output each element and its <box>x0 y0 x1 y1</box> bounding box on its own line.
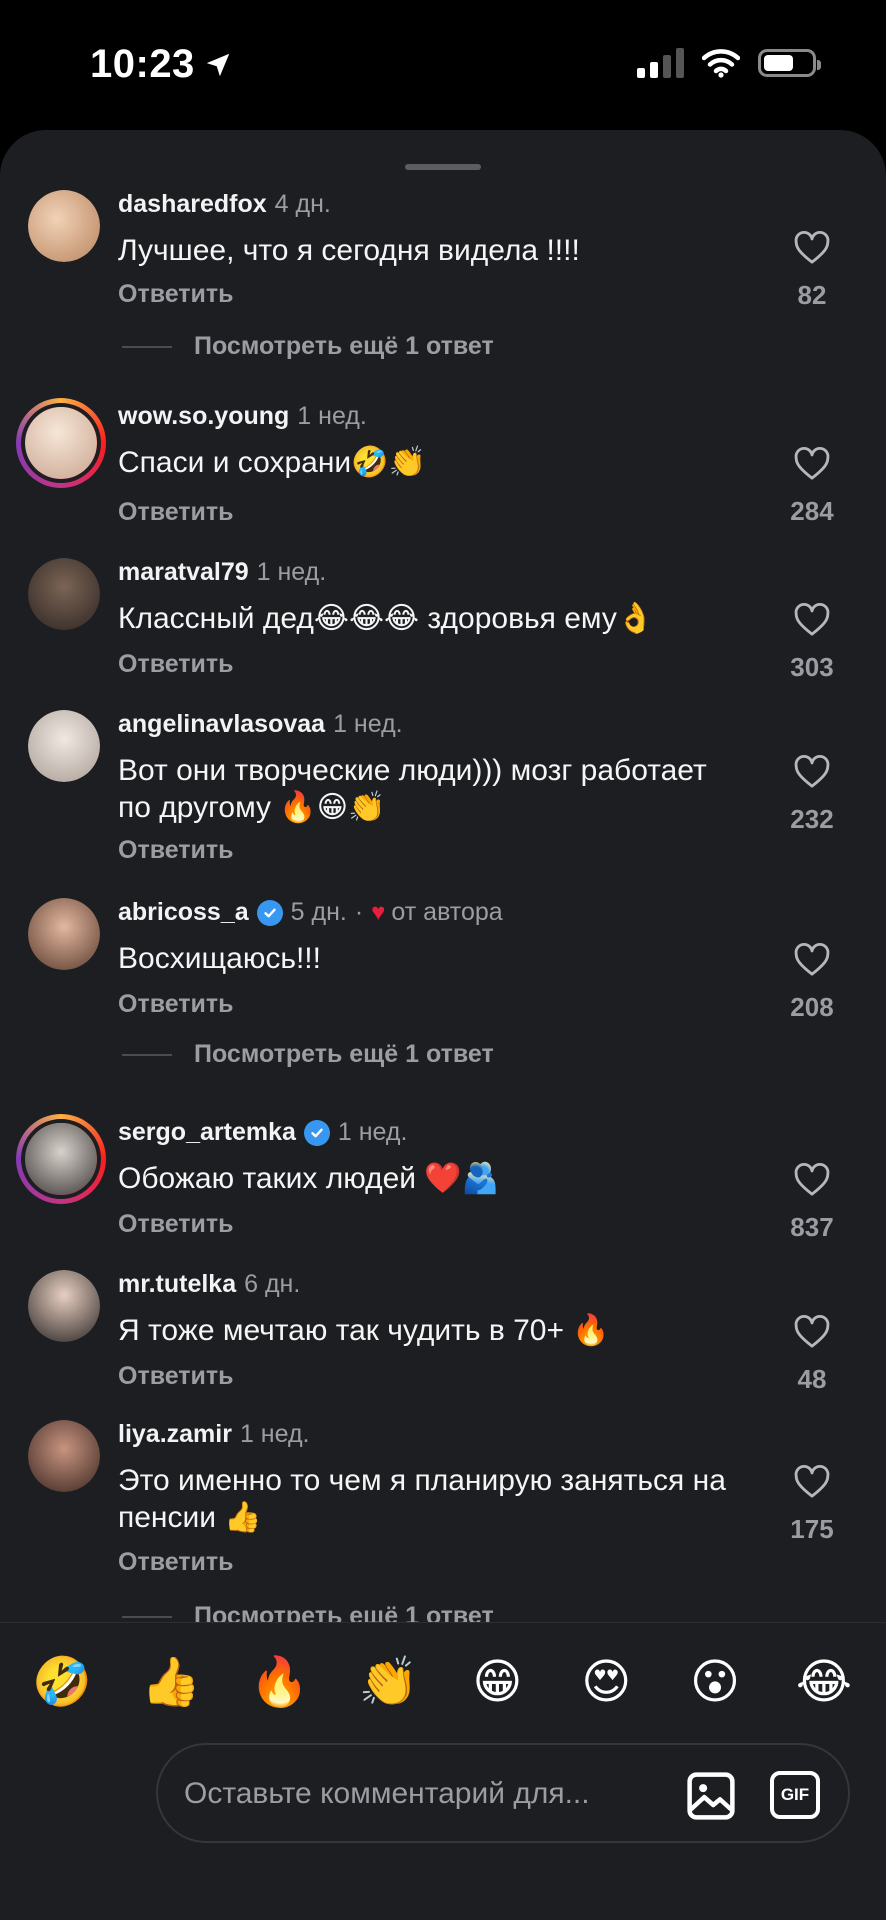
sheet-drag-handle[interactable] <box>405 164 481 170</box>
comment-time: 5 дн. <box>290 898 347 926</box>
comment-composer: 🤣 👍 🔥 👏 😁 😍 😮 😂 Оставьте комментарий для… <box>0 1622 886 1920</box>
like-count: 837 <box>790 1212 834 1242</box>
quick-emoji-row: 🤣 👍 🔥 👏 😁 😍 😮 😂 <box>30 1653 856 1713</box>
like-button[interactable]: 175 <box>782 1462 842 1545</box>
emoji-button[interactable]: 👍 <box>139 1653 203 1713</box>
battery-icon <box>758 49 821 77</box>
comment-username[interactable]: mr.tutelka <box>118 1270 236 1299</box>
comment-time: 4 дн. <box>274 190 331 218</box>
emoji-button[interactable]: 🔥 <box>248 1653 312 1713</box>
avatar[interactable] <box>28 898 100 970</box>
heart-icon <box>794 942 830 976</box>
avatar[interactable] <box>16 398 106 488</box>
reply-button[interactable]: Ответить <box>118 990 234 1019</box>
heart-icon <box>794 1464 830 1498</box>
reply-button[interactable]: Ответить <box>118 1548 234 1577</box>
emoji-button[interactable]: 😂 <box>792 1653 856 1713</box>
like-button[interactable]: 48 <box>782 1312 842 1395</box>
avatar[interactable] <box>28 1420 100 1492</box>
reply-button[interactable]: Ответить <box>118 1362 234 1391</box>
comment-text: Классный дед😂😂😂 здоровья ему👌 <box>118 602 655 635</box>
verified-badge-icon <box>256 899 283 926</box>
heart-icon <box>794 446 830 480</box>
avatar[interactable] <box>28 1270 100 1342</box>
view-more-replies[interactable]: Посмотреть ещё 1 ответ <box>122 1040 494 1069</box>
comment-time: 1 нед. <box>337 1118 408 1146</box>
gif-button[interactable]: GIF <box>770 1771 820 1819</box>
comment-username[interactable]: abricoss_a <box>118 898 249 927</box>
like-count: 175 <box>790 1514 834 1544</box>
reply-button[interactable]: Ответить <box>118 280 234 309</box>
comment-time: 1 нед. <box>239 1420 310 1448</box>
avatar[interactable] <box>28 558 100 630</box>
comment-input-placeholder: Оставьте комментарий для... <box>184 1777 590 1810</box>
emoji-button[interactable]: 😮 <box>683 1653 747 1713</box>
heart-icon <box>794 230 830 264</box>
avatar[interactable] <box>28 190 100 262</box>
comment-time: 1 нед. <box>256 558 327 586</box>
like-button[interactable]: 208 <box>782 940 842 1023</box>
comment-text: Я тоже мечтаю так чудить в 70+ 🔥 <box>118 1314 610 1347</box>
comment-input[interactable]: Оставьте комментарий для... GIF <box>156 1743 850 1843</box>
like-button[interactable]: 303 <box>782 600 842 683</box>
emoji-button[interactable]: 😍 <box>574 1653 638 1713</box>
comment-username[interactable]: sergo_artemka <box>118 1118 296 1147</box>
like-button[interactable]: 232 <box>782 752 842 835</box>
like-count: 82 <box>797 280 827 310</box>
image-icon[interactable] <box>684 1769 738 1823</box>
comment-text: Спаси и сохрани🤣👏 <box>118 446 426 479</box>
avatar[interactable] <box>16 1114 106 1204</box>
comment-username[interactable]: wow.so.young <box>118 402 289 431</box>
verified-badge-icon <box>303 1119 330 1146</box>
location-arrow-icon <box>206 53 230 76</box>
emoji-button[interactable]: 🤣 <box>30 1653 94 1713</box>
reply-button[interactable]: Ответить <box>118 650 234 679</box>
reply-button[interactable]: Ответить <box>118 1210 234 1239</box>
comment-time: 1 нед. <box>297 402 367 430</box>
like-count: 208 <box>790 992 834 1022</box>
heart-icon <box>794 754 830 788</box>
emoji-button[interactable]: 😁 <box>465 1653 529 1713</box>
comment-text: Восхищаюсь!!! <box>118 942 321 975</box>
comment-username[interactable]: dasharedfox <box>118 190 267 219</box>
view-more-replies[interactable]: Посмотреть ещё 1 ответ <box>122 332 494 361</box>
comment-text: Обожаю таких людей ❤️🫂 <box>118 1162 500 1195</box>
heart-filled-icon: ♥ <box>371 898 386 926</box>
status-bar: 10:23 <box>0 0 886 130</box>
comment-username[interactable]: maratval79 <box>118 558 249 587</box>
comment-text: Вот они творческие люди))) мозг работает… <box>118 754 707 824</box>
avatar[interactable] <box>28 710 100 782</box>
my-avatar <box>36 1745 134 1843</box>
comment-time: 1 нед. <box>333 710 403 738</box>
heart-icon <box>794 1314 830 1348</box>
like-count: 232 <box>790 804 834 834</box>
comment-username[interactable]: angelinavlasovaa <box>118 710 325 739</box>
wifi-icon <box>702 49 740 78</box>
cellular-signal-icon <box>637 48 684 78</box>
heart-icon <box>794 602 830 636</box>
comment-text: Это именно то чем я планирую заняться на… <box>118 1464 726 1534</box>
like-count: 48 <box>797 1364 827 1394</box>
reply-button[interactable]: Ответить <box>118 498 234 527</box>
comment-username[interactable]: liya.zamir <box>118 1420 232 1449</box>
comment-time: 6 дн. <box>244 1270 301 1298</box>
like-button[interactable]: 837 <box>782 1160 842 1243</box>
status-time: 10:23 <box>90 42 233 87</box>
reply-button[interactable]: Ответить <box>118 836 234 865</box>
heart-icon <box>794 1162 830 1196</box>
comment-text: Лучшее, что я сегодня видела !!!! <box>118 234 580 267</box>
liked-by-author: ♥ от автора <box>371 898 503 926</box>
like-button[interactable]: 284 <box>782 444 842 527</box>
like-count: 303 <box>790 652 834 682</box>
emoji-button[interactable]: 👏 <box>357 1653 421 1713</box>
like-button[interactable]: 82 <box>782 228 842 311</box>
like-count: 284 <box>790 496 834 526</box>
